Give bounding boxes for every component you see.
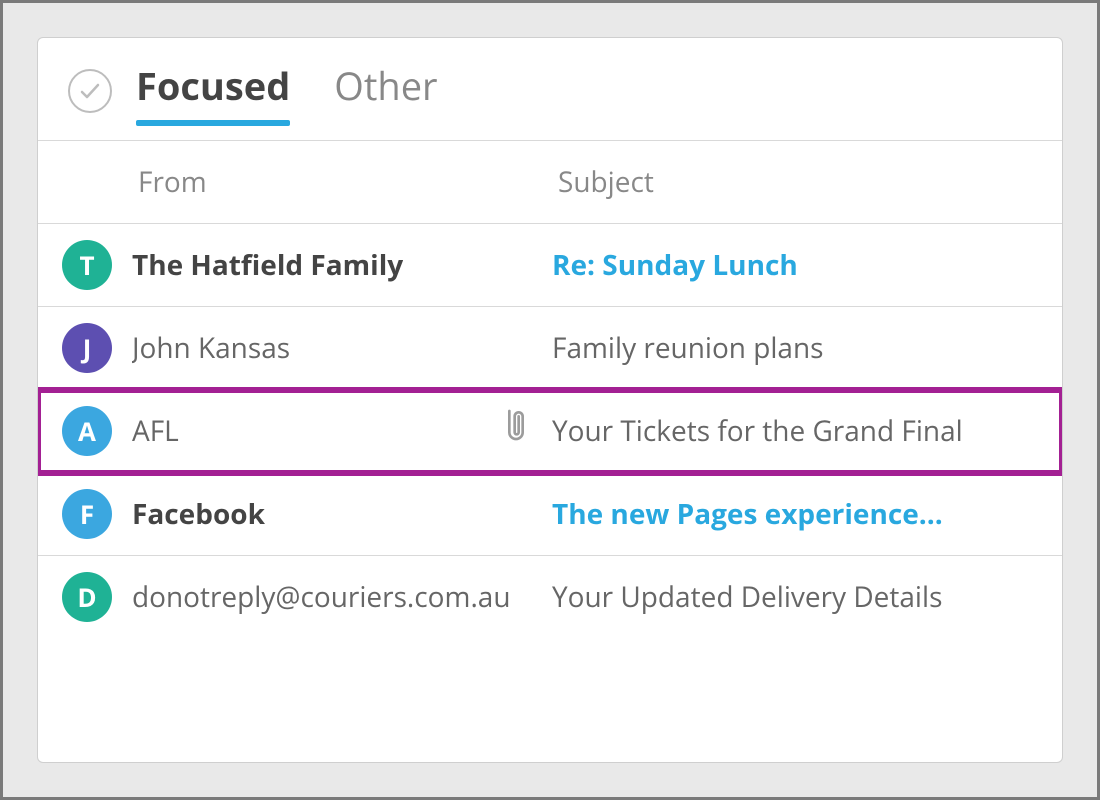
- avatar: D: [62, 572, 112, 622]
- message-row[interactable]: A AFL Your Tickets for the Grand Final: [38, 390, 1062, 473]
- from-cell: AFL: [132, 407, 552, 456]
- column-spacer: [68, 163, 138, 201]
- subject-text: The new Pages experience...: [552, 495, 1038, 533]
- subject-text: Family reunion plans: [552, 329, 1038, 367]
- from-cell: Facebook: [132, 495, 552, 533]
- column-header-subject[interactable]: Subject: [558, 163, 1032, 201]
- select-all-toggle[interactable]: [68, 69, 112, 113]
- inbox-panel: Focused Other From Subject T The Hatfield…: [37, 37, 1063, 763]
- from-text: John Kansas: [132, 329, 290, 367]
- subject-text: Your Updated Delivery Details: [552, 578, 1038, 616]
- message-row[interactable]: F Facebook The new Pages experience...: [38, 473, 1062, 556]
- from-text: AFL: [132, 412, 179, 450]
- message-row[interactable]: T The Hatfield Family Re: Sunday Lunch: [38, 224, 1062, 307]
- paperclip-icon: [500, 407, 532, 456]
- avatar: J: [62, 323, 112, 373]
- tab-other[interactable]: Other: [334, 60, 437, 122]
- column-headers: From Subject: [38, 141, 1062, 224]
- from-text: The Hatfield Family: [132, 246, 403, 284]
- from-cell: John Kansas: [132, 329, 552, 367]
- from-text: Facebook: [132, 495, 265, 533]
- check-icon: [78, 79, 102, 103]
- avatar: A: [62, 406, 112, 456]
- tabs: Focused Other: [136, 60, 438, 122]
- column-header-from[interactable]: From: [138, 163, 558, 201]
- message-row[interactable]: Ddonotreply@couriers.com.au Your Updated …: [38, 556, 1062, 638]
- from-cell: donotreply@couriers.com.au: [132, 578, 552, 616]
- from-cell: The Hatfield Family: [132, 246, 552, 284]
- message-row[interactable]: J John Kansas Family reunion plans: [38, 307, 1062, 390]
- subject-text: Your Tickets for the Grand Final: [552, 412, 1038, 450]
- avatar: T: [62, 240, 112, 290]
- tab-focused[interactable]: Focused: [136, 60, 290, 122]
- subject-text: Re: Sunday Lunch: [552, 246, 1038, 284]
- tab-bar: Focused Other: [38, 38, 1062, 141]
- message-list: T The Hatfield Family Re: Sunday Lunch J Joh…: [38, 224, 1062, 762]
- avatar: F: [62, 489, 112, 539]
- from-text: donotreply@couriers.com.au: [132, 578, 511, 616]
